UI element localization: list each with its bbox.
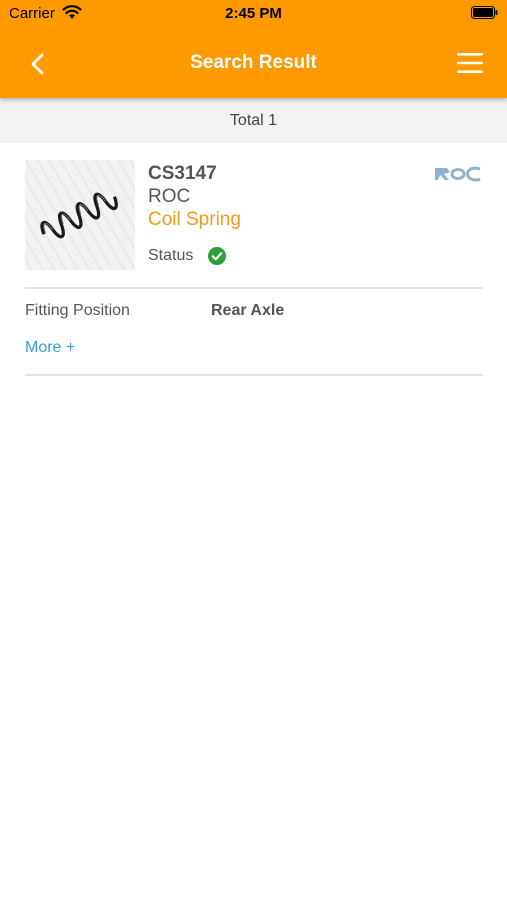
status-label: Status	[148, 247, 194, 264]
divider	[25, 374, 483, 376]
part-number: CS3147	[148, 163, 217, 184]
navigation-bar: Search Result	[0, 28, 507, 98]
brand-name: ROC	[148, 186, 191, 207]
more-link[interactable]: More +	[25, 339, 75, 357]
fitting-position-value: Rear Axle	[211, 302, 285, 319]
menu-button[interactable]	[457, 52, 483, 74]
page-title: Search Result	[190, 52, 317, 73]
battery-icon	[471, 6, 498, 19]
app-header: Carrier 2:45 PM Search Result	[0, 0, 507, 98]
fitting-position-label: Fitting Position	[25, 302, 130, 319]
check-circle-icon	[208, 247, 226, 265]
result-count: Total 1	[229, 112, 278, 129]
coil-spring-image	[25, 160, 135, 270]
product-image[interactable]	[25, 160, 135, 270]
status-bar: Carrier 2:45 PM	[0, 0, 507, 28]
result-count-bar: Total 1	[0, 98, 507, 143]
product-category: Coil Spring	[148, 209, 241, 230]
status-time: 2:45 PM	[225, 5, 282, 22]
brand-logo	[435, 166, 481, 182]
divider	[25, 287, 483, 289]
